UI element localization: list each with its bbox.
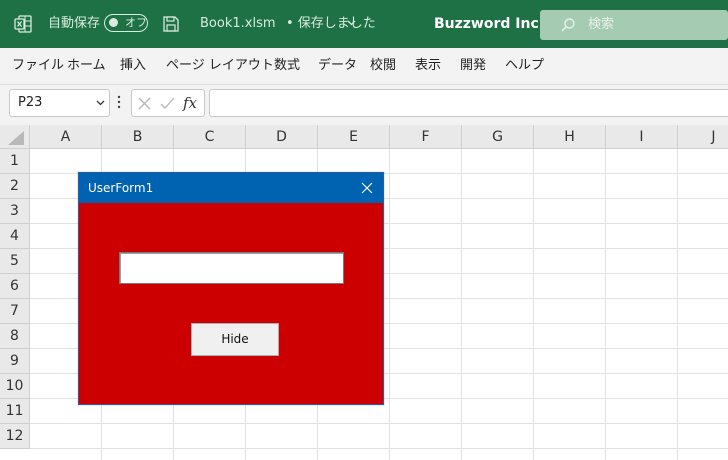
tab-insert[interactable]: 挿入 [120, 48, 146, 84]
enter-icon[interactable] [160, 97, 175, 110]
column-header-g[interactable]: G [462, 125, 534, 149]
row-header-6[interactable]: 6 [0, 274, 30, 299]
chevron-down-icon[interactable] [96, 100, 105, 106]
toggle-knob [109, 18, 118, 27]
row-header-8[interactable]: 8 [0, 324, 30, 349]
column-header-i[interactable]: I [606, 125, 678, 149]
name-box[interactable]: P23 [9, 89, 110, 117]
ribbon-tabs: ファイル ホーム 挿入 ページ レイアウト 数式 データ 校閲 表示 開発 ヘル… [0, 48, 728, 85]
row-header-12[interactable]: 12 [0, 424, 30, 449]
close-icon[interactable] [361, 182, 373, 194]
fx-icon[interactable]: fx [183, 92, 197, 114]
column-header-c[interactable]: C [174, 125, 246, 149]
chevron-down-icon[interactable] [347, 20, 356, 26]
search-placeholder: 検索 [588, 17, 615, 32]
column-header-j[interactable]: J [678, 125, 728, 149]
excel-icon[interactable] [14, 15, 32, 33]
column-header-e[interactable]: E [318, 125, 390, 149]
row-header-2[interactable]: 2 [0, 174, 30, 199]
tab-page-layout[interactable]: ページ レイアウト [166, 48, 274, 84]
search-icon [561, 18, 575, 32]
tab-help[interactable]: ヘルプ [505, 48, 544, 84]
tab-view[interactable]: 表示 [415, 48, 441, 84]
row-header-11[interactable]: 11 [0, 399, 30, 424]
column-header-d[interactable]: D [246, 125, 318, 149]
tab-developer[interactable]: 開発 [460, 48, 486, 84]
formula-bar: P23 fx [0, 85, 728, 125]
title-bar: 自動保存 オフ Book1.xlsm • 保存しました Buzzword Inc… [0, 0, 728, 48]
column-header-a[interactable]: A [30, 125, 102, 149]
row-header-3[interactable]: 3 [0, 199, 30, 224]
tab-review[interactable]: 校閲 [370, 48, 396, 84]
file-name[interactable]: Book1.xlsm [200, 0, 276, 48]
autosave-toggle[interactable]: オフ [104, 14, 148, 32]
select-all-button[interactable] [0, 125, 30, 149]
search-input[interactable]: 検索 [540, 10, 728, 40]
hide-button[interactable]: Hide [191, 323, 279, 356]
save-status[interactable]: • 保存しました [286, 0, 376, 48]
row-header-9[interactable]: 9 [0, 349, 30, 374]
tab-home[interactable]: ホーム [67, 48, 106, 84]
formula-buttons: fx [131, 89, 205, 117]
row-header-5[interactable]: 5 [0, 249, 30, 274]
userform-textbox[interactable] [119, 252, 344, 284]
tab-data[interactable]: データ [318, 48, 357, 84]
save-icon[interactable] [162, 15, 180, 33]
cancel-icon[interactable] [138, 97, 151, 110]
select-all-icon [8, 131, 24, 145]
userform-window: UserForm1 Hide [78, 172, 384, 405]
more-options-icon[interactable] [117, 95, 121, 109]
row-header-4[interactable]: 4 [0, 224, 30, 249]
column-header-f[interactable]: F [390, 125, 462, 149]
column-header-b[interactable]: B [102, 125, 174, 149]
userform-title: UserForm1 [88, 181, 154, 195]
autosave-state: オフ [125, 16, 147, 29]
row-header-7[interactable]: 7 [0, 299, 30, 324]
row-header-1[interactable]: 1 [0, 149, 30, 174]
autosave-label: 自動保存 [48, 16, 101, 31]
row-header-10[interactable]: 10 [0, 374, 30, 399]
tab-formulas[interactable]: 数式 [274, 48, 300, 84]
company-name: Buzzword Inc. [434, 16, 545, 32]
userform-titlebar[interactable]: UserForm1 [79, 173, 383, 203]
tab-file[interactable]: ファイル [12, 48, 64, 84]
column-header-h[interactable]: H [534, 125, 606, 149]
formula-input[interactable] [209, 89, 728, 117]
name-box-value: P23 [18, 95, 43, 110]
